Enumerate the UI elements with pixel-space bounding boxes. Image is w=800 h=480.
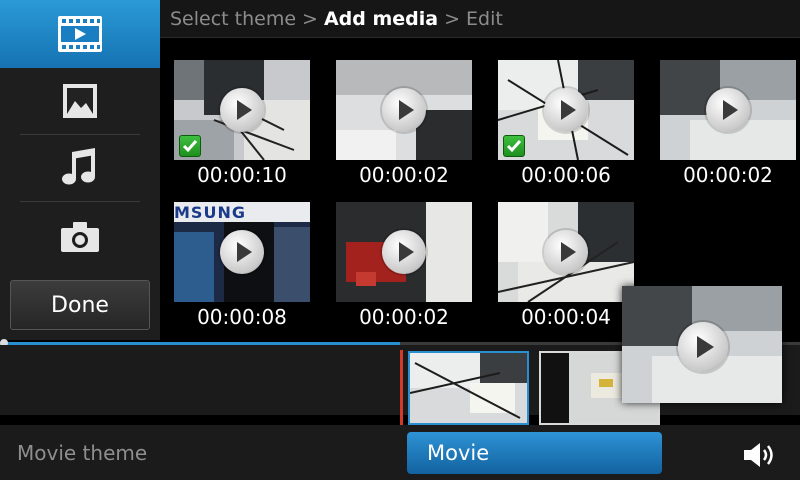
play-icon — [382, 88, 426, 132]
selected-checkmark-icon — [179, 135, 201, 157]
media-duration: 00:00:06 — [521, 163, 611, 187]
breadcrumb-separator: > — [444, 7, 461, 30]
dragged-media-thumbnail[interactable] — [622, 286, 782, 403]
play-icon — [678, 322, 728, 372]
speaker-volume-icon[interactable] — [742, 440, 778, 470]
play-icon — [382, 230, 426, 274]
sidebar-item-music[interactable] — [0, 135, 160, 201]
play-icon — [706, 88, 750, 132]
music-note-icon — [62, 148, 95, 185]
media-thumbnail[interactable] — [336, 202, 472, 302]
breadcrumb: Select theme > Add media > Edit — [160, 0, 800, 38]
media-duration: 00:00:08 — [197, 305, 287, 329]
sidebar-item-image[interactable] — [0, 68, 160, 134]
play-icon — [220, 230, 264, 274]
breadcrumb-step-add-media: Add media — [323, 7, 439, 30]
timeline-playhead[interactable] — [400, 350, 403, 425]
image-icon — [63, 84, 97, 118]
media-duration: 00:00:02 — [359, 163, 449, 187]
breadcrumb-separator: > — [302, 7, 318, 30]
sidebar-item-camera[interactable] — [0, 202, 160, 272]
done-button[interactable]: Done — [10, 280, 150, 330]
breadcrumb-step-select-theme[interactable]: Select theme — [170, 8, 296, 30]
timeline-clip[interactable] — [408, 351, 529, 425]
media-thumbnail[interactable] — [336, 60, 472, 160]
media-duration: 00:00:02 — [683, 163, 773, 187]
camera-icon — [61, 222, 99, 252]
video-filmstrip-icon — [58, 16, 102, 52]
play-icon — [544, 230, 588, 274]
media-thumbnail[interactable]: MSUNG — [174, 202, 310, 302]
play-icon — [544, 88, 588, 132]
selected-checkmark-icon — [503, 135, 525, 157]
movie-theme-button[interactable]: Movie — [407, 432, 662, 474]
movie-theme-label[interactable]: Movie theme — [17, 441, 147, 465]
sidebar-item-video[interactable] — [0, 0, 160, 68]
media-duration: 00:00:04 — [521, 305, 611, 329]
media-thumbnail[interactable] — [498, 202, 634, 302]
banner-text: MSUNG — [174, 203, 246, 222]
media-thumbnail[interactable] — [660, 60, 796, 160]
media-type-sidebar: Done — [0, 0, 160, 340]
media-thumbnail[interactable] — [498, 60, 634, 160]
media-thumbnail[interactable] — [174, 60, 310, 160]
play-icon — [220, 88, 264, 132]
media-duration: 00:00:02 — [359, 305, 449, 329]
breadcrumb-step-edit[interactable]: Edit — [466, 8, 503, 30]
timeline-clip-image — [410, 353, 527, 423]
media-duration: 00:00:10 — [197, 163, 287, 187]
